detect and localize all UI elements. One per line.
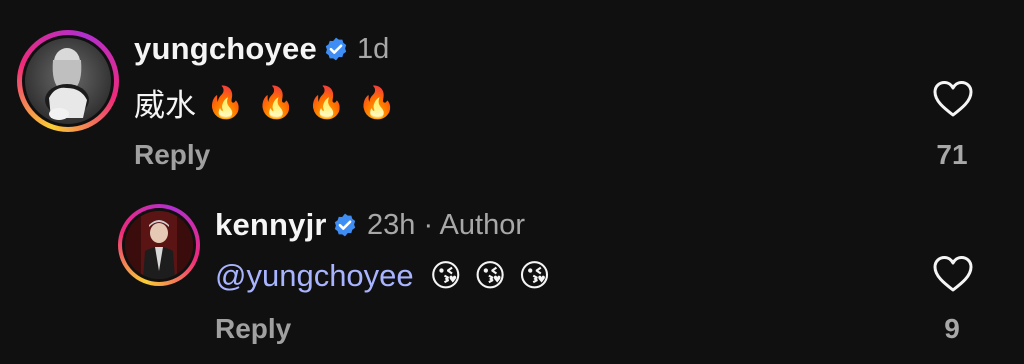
heart-outline-icon[interactable] bbox=[932, 255, 974, 293]
avatar[interactable] bbox=[17, 30, 119, 132]
comment-username[interactable]: yungchoyee bbox=[134, 31, 317, 67]
fire-emoji: 🔥 bbox=[357, 84, 397, 120]
avatar-border bbox=[122, 208, 196, 282]
kiss-emoji: 😘 bbox=[518, 258, 551, 293]
kiss-emoji: 😘 bbox=[473, 258, 507, 293]
comment-timestamp: 23h · Author bbox=[367, 209, 525, 241]
avatar-image bbox=[25, 38, 111, 124]
comment-username[interactable]: kennyjr bbox=[215, 207, 327, 243]
like-count: 9 bbox=[944, 313, 960, 344]
fire-emoji: 🔥 bbox=[307, 84, 346, 120]
fire-emoji: 🔥 bbox=[206, 84, 245, 120]
fire-emoji: 🔥 bbox=[256, 84, 296, 120]
mention-link[interactable]: @yungchoyee bbox=[215, 258, 414, 294]
heart-outline-icon[interactable] bbox=[932, 80, 974, 118]
verified-badge-icon bbox=[325, 37, 347, 61]
verified-badge-icon bbox=[334, 213, 356, 237]
comment-text: 威水 bbox=[134, 87, 196, 123]
avatar-border bbox=[22, 35, 114, 127]
like-count: 71 bbox=[936, 139, 968, 170]
kiss-emoji: 😘 bbox=[429, 258, 462, 293]
avatar[interactable] bbox=[118, 204, 200, 286]
avatar-image bbox=[125, 211, 193, 279]
reply-button[interactable]: Reply bbox=[134, 139, 210, 171]
comment-body: 威水 🔥 🔥 🔥 🔥 bbox=[134, 80, 408, 124]
comment-timestamp: 1d bbox=[357, 33, 390, 65]
comment-body: @yungchoyee 😘 😘 😘 bbox=[215, 254, 563, 298]
reply-button[interactable]: Reply bbox=[215, 313, 291, 345]
